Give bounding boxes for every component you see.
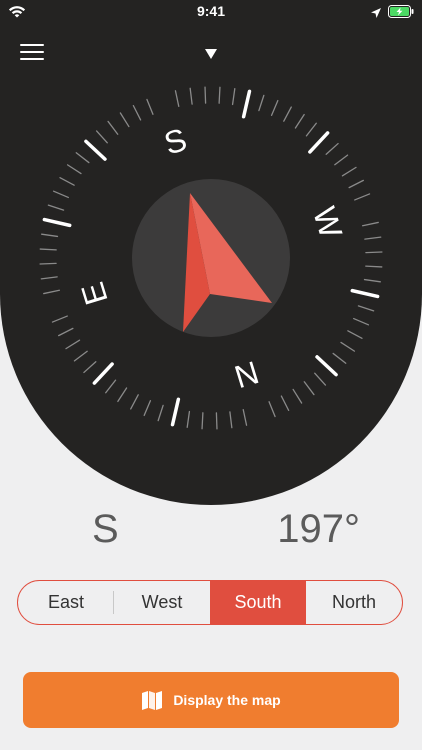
minor-tick xyxy=(41,233,59,238)
minor-tick xyxy=(47,204,65,211)
minor-tick xyxy=(325,142,339,155)
minor-tick xyxy=(353,317,370,326)
minor-tick xyxy=(348,179,365,189)
minor-tick xyxy=(283,106,292,122)
minor-tick xyxy=(189,87,193,105)
minor-tick xyxy=(143,400,152,417)
segment-east[interactable]: East xyxy=(18,581,114,624)
cardinal-label-south: S xyxy=(160,121,191,162)
map-icon xyxy=(142,691,163,710)
minor-tick xyxy=(43,289,61,295)
major-tick xyxy=(308,131,330,154)
reading-row: S 197° xyxy=(0,507,422,557)
minor-tick xyxy=(201,412,204,430)
minor-tick xyxy=(268,401,276,418)
direction-letter: S xyxy=(92,507,119,551)
minor-tick xyxy=(294,113,305,129)
minor-tick xyxy=(40,276,58,280)
minor-tick xyxy=(361,221,379,227)
minor-tick xyxy=(365,251,383,254)
minor-tick xyxy=(231,88,236,106)
minor-tick xyxy=(334,154,349,166)
segment-label: East xyxy=(47,592,85,612)
compass-dial: N E S W xyxy=(39,86,383,430)
minor-tick xyxy=(332,352,347,364)
minor-tick xyxy=(117,387,128,403)
minor-tick xyxy=(73,350,88,362)
minor-tick xyxy=(52,190,69,199)
minor-tick xyxy=(130,394,139,410)
minor-tick xyxy=(57,327,74,337)
minor-tick xyxy=(65,339,81,350)
direction-segmented-control: East West South North xyxy=(17,580,403,625)
minor-tick xyxy=(215,412,218,430)
segment-label: South xyxy=(234,592,282,612)
cardinal-label-east: E xyxy=(74,278,115,309)
minor-tick xyxy=(303,381,315,396)
major-tick xyxy=(315,355,338,377)
minor-tick xyxy=(95,130,108,144)
minor-tick xyxy=(75,152,90,164)
minor-tick xyxy=(146,98,154,115)
minor-tick xyxy=(51,315,68,323)
minor-tick xyxy=(363,278,381,283)
minor-tick xyxy=(354,193,371,201)
minor-tick xyxy=(292,388,303,404)
minor-tick xyxy=(83,361,97,374)
minor-tick xyxy=(365,265,383,268)
major-tick xyxy=(241,89,252,119)
minor-tick xyxy=(258,94,265,112)
minor-tick xyxy=(242,408,248,426)
minor-tick xyxy=(270,99,279,116)
minor-tick xyxy=(229,411,233,429)
major-tick xyxy=(42,217,72,228)
minor-tick xyxy=(132,104,142,121)
display-map-label: Display the map xyxy=(173,692,281,708)
display-map-button[interactable]: Display the map xyxy=(23,672,399,728)
segment-west[interactable]: West xyxy=(114,581,210,624)
minor-tick xyxy=(39,262,57,265)
segment-label: North xyxy=(331,592,376,612)
minor-tick xyxy=(204,86,207,104)
major-tick xyxy=(92,362,114,385)
minor-tick xyxy=(157,404,164,422)
minor-tick xyxy=(347,330,363,339)
minor-tick xyxy=(218,86,221,104)
minor-tick xyxy=(280,395,290,412)
minor-tick xyxy=(105,379,117,394)
major-tick xyxy=(170,397,181,427)
minor-tick xyxy=(174,90,180,108)
minor-tick xyxy=(186,410,191,428)
minor-tick xyxy=(107,120,119,135)
minor-tick xyxy=(314,372,327,386)
minor-tick xyxy=(357,305,375,312)
heading-degrees: 197° xyxy=(277,507,360,551)
minor-tick xyxy=(341,166,357,177)
cardinal-label-north: N xyxy=(230,354,263,395)
cardinal-label-west: W xyxy=(306,203,349,243)
segment-label: West xyxy=(141,592,183,612)
minor-tick xyxy=(39,248,57,251)
major-tick xyxy=(350,288,380,299)
minor-tick xyxy=(59,177,75,186)
minor-tick xyxy=(119,112,130,128)
minor-tick xyxy=(340,341,356,352)
segment-north[interactable]: North xyxy=(306,581,402,624)
minor-tick xyxy=(364,236,382,240)
minor-tick xyxy=(66,164,82,175)
segment-south[interactable]: South xyxy=(210,581,306,624)
minor-tick xyxy=(305,122,317,137)
major-tick xyxy=(84,139,107,161)
